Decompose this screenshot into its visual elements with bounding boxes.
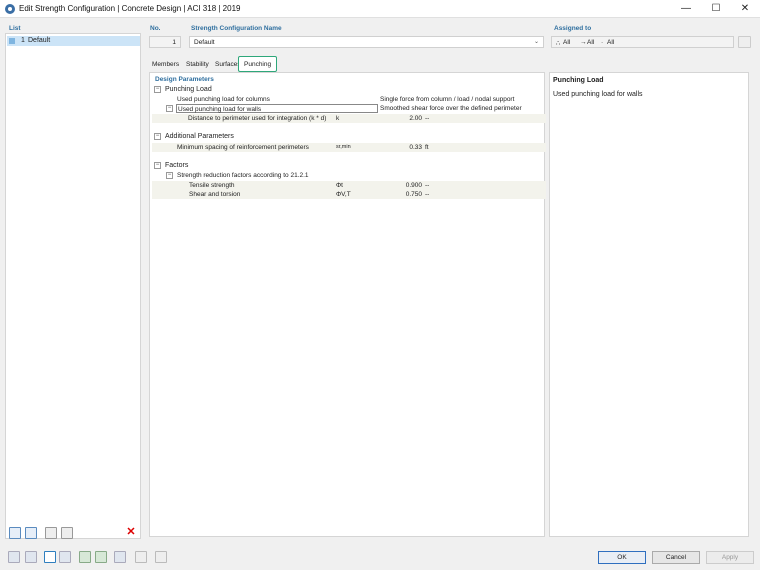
design-parameters-panel [149, 72, 545, 537]
param-label: Tensile strength [189, 182, 235, 189]
group-punching-load: Punching Load [165, 86, 212, 93]
select-objects-icon[interactable] [738, 36, 751, 48]
info-title: Punching Load [553, 77, 604, 84]
search-icon[interactable] [8, 551, 20, 563]
copy-item-icon[interactable] [25, 527, 37, 539]
new-item-icon[interactable] [9, 527, 21, 539]
config-name-value: Default [194, 39, 215, 46]
param-symbol: Φt [336, 182, 343, 189]
uncheck-icon[interactable] [61, 527, 73, 539]
param-value[interactable]: 0.900 [380, 181, 422, 190]
assigned-members: All [587, 39, 595, 46]
assigned-header: Assigned to [554, 25, 592, 32]
collapse-icon[interactable]: − [154, 86, 161, 93]
tree-icon[interactable] [59, 551, 71, 563]
param-unit: -- [425, 115, 430, 122]
collapse-icon[interactable]: − [154, 133, 161, 140]
list-item-number: 1 [21, 37, 25, 44]
info-panel [549, 72, 749, 537]
param-unit: -- [425, 191, 430, 198]
assigned-surfaces: All [607, 39, 615, 46]
number-header: No. [150, 25, 161, 32]
member-icon: → [580, 39, 587, 46]
window-title: Edit Strength Configuration | Concrete D… [19, 4, 241, 13]
model-icon[interactable] [79, 551, 91, 563]
param-value[interactable]: 0.750 [380, 190, 422, 199]
minimize-button[interactable]: — [672, 0, 700, 18]
collapse-icon[interactable]: − [166, 172, 173, 179]
param-symbol: ΦV,T [336, 191, 351, 198]
cancel-button[interactable]: Cancel [652, 551, 700, 564]
param-label: Used punching load for walls [176, 104, 378, 113]
title-bar: Edit Strength Configuration | Concrete D… [0, 0, 760, 18]
tab-members[interactable]: Members [149, 59, 182, 71]
view-icon[interactable] [44, 551, 56, 563]
surface-icon: · [601, 39, 604, 46]
table-row[interactable]: Used punching load for columns Single fo… [152, 95, 546, 104]
table-row[interactable]: − Strength reduction factors according t… [152, 171, 546, 180]
formula-icon[interactable] [155, 551, 167, 563]
apply-button[interactable]: Apply [706, 551, 754, 564]
param-unit: ft [425, 144, 429, 151]
group-additional-parameters: Additional Parameters [165, 133, 234, 140]
model-edit-icon[interactable] [95, 551, 107, 563]
param-value: Single force from column / load / nodal … [380, 96, 515, 103]
config-name-header: Strength Configuration Name [191, 25, 282, 32]
table-row[interactable]: Distance to perimeter used for integrati… [152, 114, 546, 123]
ok-button[interactable]: OK [598, 551, 646, 564]
param-value: Smoothed shear force over the defined pe… [380, 105, 522, 112]
number-field: 1 [149, 36, 181, 48]
tab-stability[interactable]: Stability [183, 59, 212, 71]
check-icon[interactable] [45, 527, 57, 539]
maximize-button[interactable]: ☐ [702, 0, 730, 18]
list-item-label: Default [28, 37, 51, 44]
reset-icon[interactable] [135, 551, 147, 563]
color-swatch-icon [9, 38, 15, 44]
param-label: Minimum spacing of reinforcement perimet… [177, 144, 309, 151]
chevron-down-icon[interactable]: ⌄ [534, 38, 539, 45]
delete-icon[interactable]: ✕ [125, 527, 137, 539]
table-row[interactable]: Shear and torsion ΦV,T 0.750 -- [152, 190, 546, 199]
param-label: Used punching load for columns [177, 96, 270, 103]
table-row[interactable]: Minimum spacing of reinforcement perimet… [152, 143, 546, 152]
design-parameters-header: Design Parameters [155, 76, 214, 83]
units-icon[interactable] [25, 551, 37, 563]
param-unit: -- [425, 182, 430, 189]
param-label: Shear and torsion [189, 191, 241, 198]
param-value[interactable]: 0.33 [380, 143, 422, 152]
list-header: List [9, 25, 21, 32]
group-factors: Factors [165, 162, 189, 169]
table-icon[interactable] [114, 551, 126, 563]
app-icon [5, 4, 15, 14]
subgroup-label: Strength reduction factors according to … [177, 172, 309, 179]
table-row[interactable]: − Used punching load for walls Smoothed … [152, 104, 546, 113]
param-symbol: k [336, 115, 340, 122]
collapse-icon[interactable]: − [154, 162, 161, 169]
collapse-icon[interactable]: − [166, 105, 173, 112]
list-panel: 1 Default [5, 33, 141, 539]
param-label: Distance to perimeter used for integrati… [188, 115, 327, 122]
param-symbol: sr,min [336, 144, 351, 150]
info-text: Used punching load for walls [553, 91, 643, 98]
config-name-input[interactable]: Default ⌄ [189, 36, 544, 48]
list-item[interactable]: 1 Default [7, 36, 140, 46]
table-row[interactable]: Tensile strength Φt 0.900 -- [152, 181, 546, 190]
tab-punching[interactable]: Punching [238, 56, 278, 72]
assigned-field: ∴ All → All · All [551, 36, 734, 48]
param-value[interactable]: 2.00 [380, 114, 422, 123]
assigned-nodes: All [563, 39, 571, 46]
node-icon: ∴ [556, 40, 561, 47]
close-window-button[interactable]: ✕ [731, 0, 759, 18]
